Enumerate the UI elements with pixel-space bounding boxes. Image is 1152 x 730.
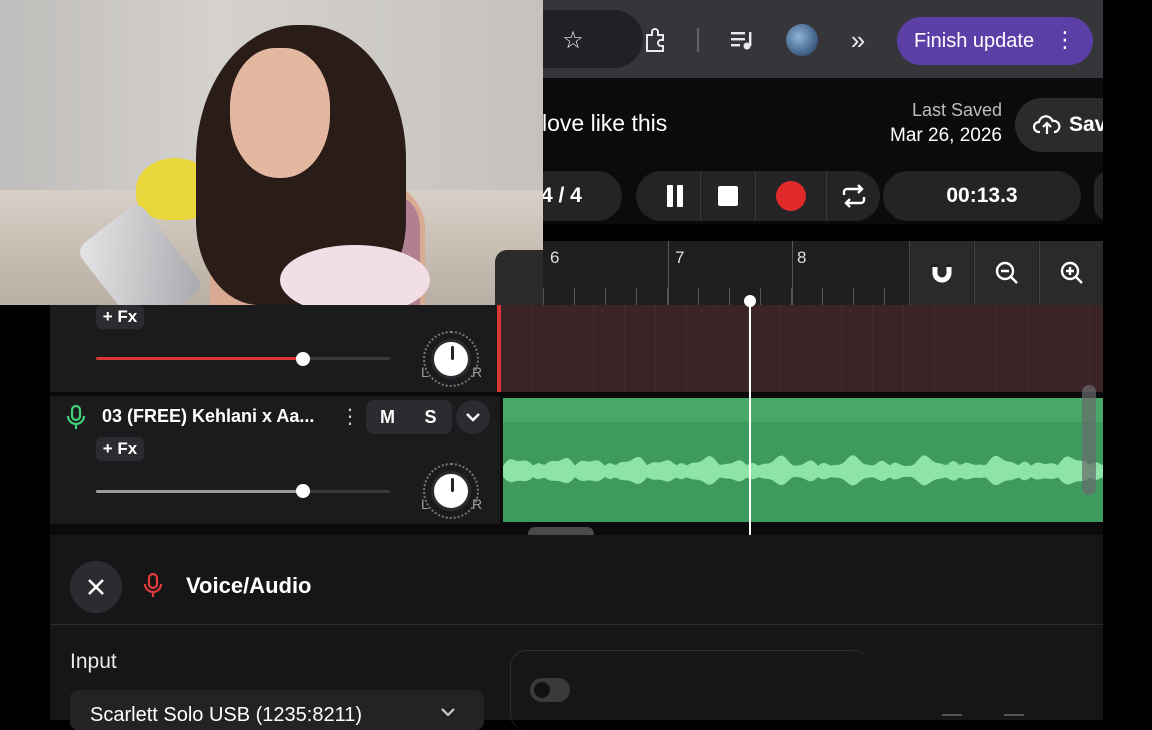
kebab-menu-icon[interactable]: ⋮ xyxy=(1054,27,1076,53)
track-name[interactable]: 03 (FREE) Kehlani x Aa... xyxy=(102,406,334,427)
pan-right-label: R xyxy=(472,364,483,380)
input-device-select[interactable]: Scarlett Solo USB (1235:8211) xyxy=(70,690,484,730)
screen-edge xyxy=(1103,0,1152,720)
finish-update-button[interactable]: Finish update ⋮ xyxy=(897,17,1093,65)
transport-divider xyxy=(700,171,701,221)
snap-magnet-button[interactable] xyxy=(909,241,973,305)
playhead[interactable] xyxy=(749,298,751,548)
toolbar-divider xyxy=(697,28,699,52)
add-fx-button[interactable]: + Fx xyxy=(96,437,144,461)
transport-divider xyxy=(755,171,756,221)
close-icon[interactable] xyxy=(70,561,122,613)
chevron-down-icon[interactable] xyxy=(456,400,490,434)
media-controls-icon[interactable] xyxy=(725,23,759,57)
track-menu-icon[interactable]: ⋮ xyxy=(340,404,360,429)
panel-title: Voice/Audio xyxy=(186,573,312,598)
pan-right-label: R xyxy=(472,496,483,512)
pan-left-label: L xyxy=(421,364,429,380)
volume-fill xyxy=(96,490,303,493)
extensions-icon[interactable] xyxy=(639,23,673,57)
audio-clip-header[interactable] xyxy=(503,398,1103,422)
panel-divider xyxy=(50,624,1103,625)
webcam-overlay xyxy=(0,0,543,305)
ruler-ticks xyxy=(543,288,909,305)
pan-knob[interactable] xyxy=(431,471,471,511)
monitor-toggle[interactable] xyxy=(530,678,570,702)
bar-number: 6 xyxy=(550,248,560,267)
finish-update-label: Finish update xyxy=(914,29,1035,52)
panel-control-mark xyxy=(942,714,962,716)
star-icon[interactable]: ☆ xyxy=(556,23,590,57)
volume-handle[interactable] xyxy=(296,484,310,498)
chevron-down-icon xyxy=(440,704,456,722)
pan-knob[interactable] xyxy=(431,339,471,379)
last-saved-label: Last Saved xyxy=(911,100,1002,120)
volume-fill xyxy=(96,357,303,360)
add-fx-button[interactable]: + Fx xyxy=(96,305,144,329)
pause-icon[interactable] xyxy=(666,185,684,207)
playback-time: 00:13.3 xyxy=(946,184,1018,207)
cloud-upload-icon xyxy=(1033,115,1061,134)
zoom-out-button[interactable] xyxy=(974,241,1038,305)
bar-number: 8 xyxy=(797,248,807,267)
pan-left-label: L xyxy=(421,496,429,512)
vertical-scrollbar[interactable] xyxy=(1082,385,1096,495)
bar-number: 7 xyxy=(675,248,685,267)
solo-button[interactable]: S xyxy=(409,400,452,434)
microphone-icon xyxy=(66,404,86,430)
zoom-out-icon xyxy=(995,261,1018,284)
zoom-in-button[interactable] xyxy=(1039,241,1103,305)
project-title[interactable]: love like this xyxy=(542,110,667,137)
profile-avatar[interactable] xyxy=(786,24,818,56)
volume-handle[interactable] xyxy=(296,352,310,366)
magnet-icon xyxy=(932,264,951,283)
bar-line xyxy=(792,241,793,305)
record-icon[interactable] xyxy=(776,181,806,211)
mute-button[interactable]: M xyxy=(366,400,409,434)
time-signature: 4 / 4 xyxy=(541,184,582,207)
track-lane-recording[interactable] xyxy=(500,305,1103,392)
input-label: Input xyxy=(70,650,117,673)
mute-solo-group: M S xyxy=(366,400,452,434)
audio-waveform xyxy=(503,455,1103,486)
last-saved-date: Mar 26, 2026 xyxy=(890,125,1002,146)
more-chevrons-icon[interactable]: » xyxy=(841,23,875,57)
stop-icon[interactable] xyxy=(718,186,738,206)
playhead-handle[interactable] xyxy=(744,295,756,307)
microphone-icon xyxy=(143,572,163,605)
save-label: Sav xyxy=(1069,113,1107,136)
loop-icon[interactable] xyxy=(838,181,870,211)
recording-start-marker xyxy=(497,305,501,392)
zoom-in-icon xyxy=(1060,261,1083,284)
transport-divider xyxy=(826,171,827,221)
panel-control-mark xyxy=(1004,714,1024,716)
bar-line xyxy=(668,241,669,305)
